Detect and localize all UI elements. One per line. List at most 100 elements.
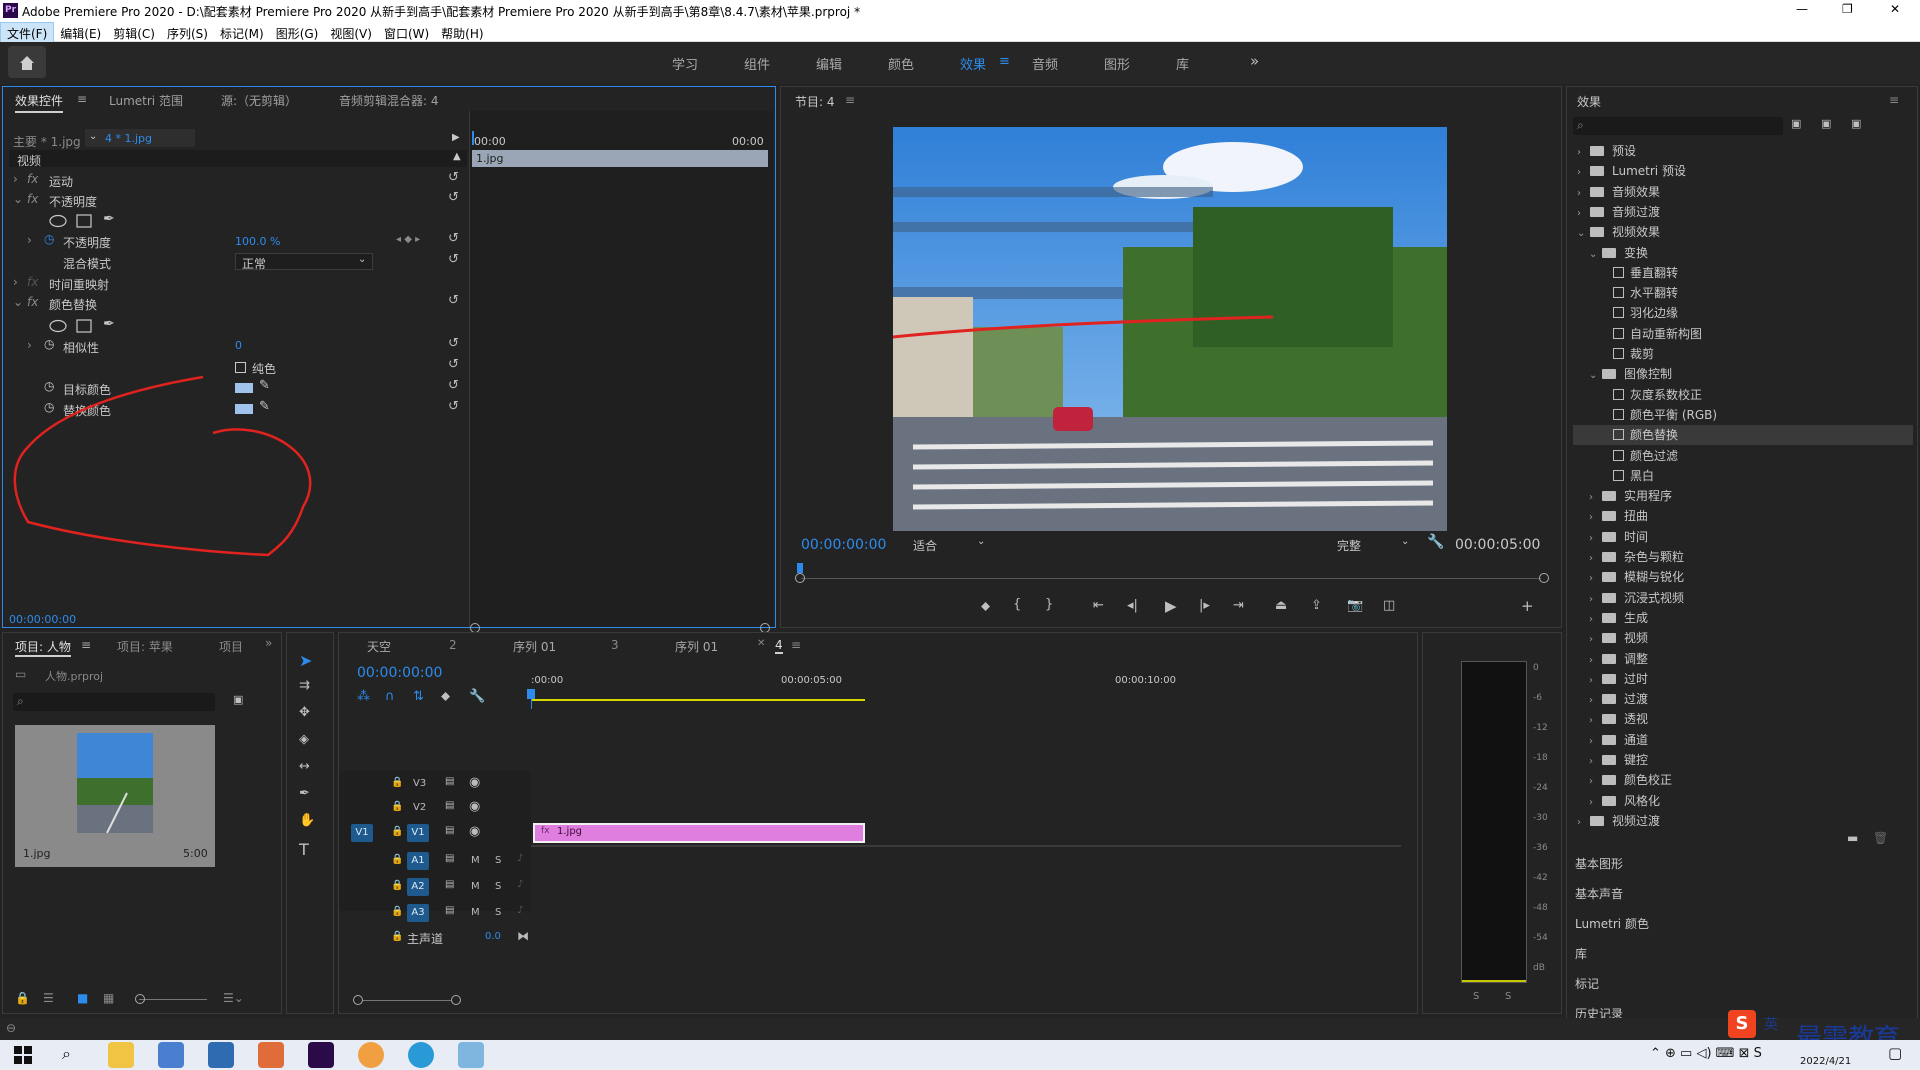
effect-folder[interactable]: › 音频效果 (1573, 182, 1913, 202)
menu-edit[interactable]: 编辑(E) (54, 23, 107, 44)
sync-lock-icon[interactable]: ▤ (445, 853, 454, 864)
export-frame-icon[interactable]: 📷 (1347, 598, 1363, 613)
app-icon[interactable] (208, 1042, 234, 1068)
effect-folder[interactable]: › 生成 (1573, 608, 1913, 628)
effect-item[interactable]: 颜色平衡 (RGB) (1573, 405, 1913, 425)
minimize-button[interactable]: — (1796, 2, 1808, 16)
caret-right-icon[interactable]: › (1577, 143, 1587, 163)
seq-tab-sequence01-a[interactable]: 序列 01 (513, 638, 556, 655)
effect-time-remapping[interactable]: 时间重映射 (49, 276, 109, 293)
workspace-tab-effects[interactable]: 效果 (960, 54, 986, 73)
caret-down-icon[interactable]: ⌄ (13, 192, 23, 206)
tab-project-apple[interactable]: 项目: 苹果 (117, 638, 173, 655)
timeline-playhead[interactable] (527, 689, 535, 699)
close-button[interactable]: ✕ (1890, 2, 1900, 16)
work-area-bar[interactable] (531, 699, 865, 701)
panel-menu-icon[interactable]: ≡ (1889, 93, 1899, 107)
mask-ellipse-icon[interactable] (49, 319, 67, 333)
effect-item[interactable]: 黑白 (1573, 466, 1913, 486)
new-bin-icon[interactable]: ▬ (1847, 831, 1858, 845)
program-current-timecode[interactable]: 00:00:00:00 (801, 537, 886, 553)
mute-button[interactable]: M (471, 881, 480, 892)
caret-right-icon[interactable]: › (1577, 163, 1587, 183)
panel-libraries[interactable]: 库 (1575, 945, 1587, 962)
caret-right-icon[interactable]: › (13, 172, 18, 186)
pen-tool-icon[interactable]: ✒ (299, 786, 310, 801)
caret-right-icon[interactable]: › (1589, 549, 1599, 569)
edge-browser-icon[interactable] (408, 1042, 434, 1068)
go-to-out-icon[interactable]: ⇥ (1233, 598, 1244, 613)
slip-tool-icon[interactable]: ↔ (299, 759, 310, 774)
workspace-tab-graphics[interactable]: 图形 (1104, 54, 1130, 73)
reset-icon[interactable]: ↺ (448, 190, 459, 205)
type-tool-icon[interactable]: T (299, 840, 309, 859)
sync-lock-icon[interactable]: ▤ (445, 905, 454, 916)
razor-tool-icon[interactable]: ◈ (299, 732, 309, 747)
caret-down-icon[interactable]: ⌄ (1589, 245, 1599, 265)
caret-right-icon[interactable]: › (1589, 691, 1599, 711)
ec-clip-bar[interactable]: 1.jpg (472, 150, 768, 167)
effect-folder[interactable]: › 调整 (1573, 649, 1913, 669)
lock-icon[interactable]: 🔒 (391, 931, 403, 942)
caret-right-icon[interactable]: › (1589, 610, 1599, 630)
mask-pen-icon[interactable]: ✒ (103, 211, 115, 227)
program-monitor-title[interactable]: 节目: 4 (795, 93, 835, 110)
blend-mode-select[interactable]: 正常 ⌄ (235, 253, 373, 271)
caret-right-icon[interactable]: › (1577, 813, 1587, 833)
effect-opacity[interactable]: 不透明度 (49, 193, 97, 210)
workspace-tab-assembly[interactable]: 组件 (744, 54, 770, 73)
extract-icon[interactable]: ⇪ (1311, 598, 1322, 613)
menu-graphics[interactable]: 图形(G) (270, 23, 325, 44)
reset-icon[interactable]: ↺ (448, 293, 459, 308)
sync-lock-icon[interactable]: ▤ (445, 776, 454, 787)
play-only-icon[interactable]: ▶ (452, 132, 460, 143)
timeline-ruler[interactable]: :00:00 00:00:05:00 00:00:10:00 (527, 673, 1401, 709)
32bit-effects-icon[interactable]: ▣ (1821, 117, 1831, 130)
effects-search-input[interactable]: ⌕ (1573, 117, 1783, 135)
search-icon[interactable]: ⌕ (62, 1044, 71, 1064)
ripple-edit-tool-icon[interactable]: ✥ (299, 705, 310, 720)
panel-menu-icon[interactable]: ≡ (791, 638, 801, 652)
fx-badge-icon[interactable]: fx (27, 172, 38, 186)
icon-view-icon[interactable]: ■ (77, 991, 88, 1005)
effect-folder[interactable]: › 音频过渡 (1573, 202, 1913, 222)
zoom-bar[interactable] (363, 1000, 451, 1001)
seq-tab-3[interactable]: 3 (611, 638, 619, 652)
yuv-effects-icon[interactable]: ▣ (1851, 117, 1861, 130)
fx-badge-icon[interactable]: fx (27, 295, 38, 309)
solo-button[interactable]: S (495, 907, 501, 918)
step-forward-icon[interactable]: |▸ (1199, 598, 1210, 613)
track-area[interactable]: fx 1.jpg (531, 709, 1401, 999)
microphone-icon[interactable]: ♪ (517, 879, 523, 890)
track-label-a1[interactable]: A1 (407, 852, 429, 870)
menu-sequence[interactable]: 序列(S) (161, 23, 214, 44)
seq-tab-sky[interactable]: 天空 (367, 638, 391, 655)
effect-folder[interactable]: ⌄ 视频效果 (1573, 222, 1913, 242)
app-icon[interactable] (158, 1042, 184, 1068)
reset-icon[interactable]: ↺ (448, 357, 459, 372)
reset-icon[interactable]: ↺ (448, 231, 459, 246)
reset-icon[interactable]: ↺ (448, 378, 459, 393)
sync-lock-icon[interactable]: ▤ (445, 879, 454, 890)
delete-icon[interactable]: 🗑 (1873, 831, 1888, 845)
solo-button[interactable]: S (495, 855, 501, 866)
find-bin-icon[interactable]: ▣ (233, 693, 243, 706)
eye-icon[interactable]: ◉ (469, 824, 480, 839)
mute-button[interactable]: M (471, 907, 480, 918)
tab-lumetri-scopes[interactable]: Lumetri 范围 (109, 92, 183, 109)
sync-lock-icon[interactable]: ▤ (445, 800, 454, 811)
accelerated-effects-icon[interactable]: ▣ (1791, 117, 1801, 130)
caret-down-icon[interactable]: ⌄ (13, 295, 23, 309)
effect-item[interactable]: 自动重新构图 (1573, 324, 1913, 344)
tab-project[interactable]: 项目 (219, 638, 243, 655)
effect-folder[interactable]: › 模糊与锐化 (1573, 567, 1913, 587)
freeform-view-icon[interactable]: ▦ (103, 991, 114, 1005)
effect-folder[interactable]: › 实用程序 (1573, 486, 1913, 506)
quality-select[interactable]: 完整 ⌄ (1333, 535, 1413, 553)
eye-icon[interactable]: ◉ (469, 799, 480, 814)
caret-right-icon[interactable]: › (1589, 752, 1599, 772)
effect-item[interactable]: 灰度系数校正 (1573, 385, 1913, 405)
workspace-tab-editing[interactable]: 编辑 (816, 54, 842, 73)
panel-menu-icon[interactable]: ≡ (845, 93, 855, 107)
microphone-icon[interactable]: ♪ (517, 905, 523, 916)
